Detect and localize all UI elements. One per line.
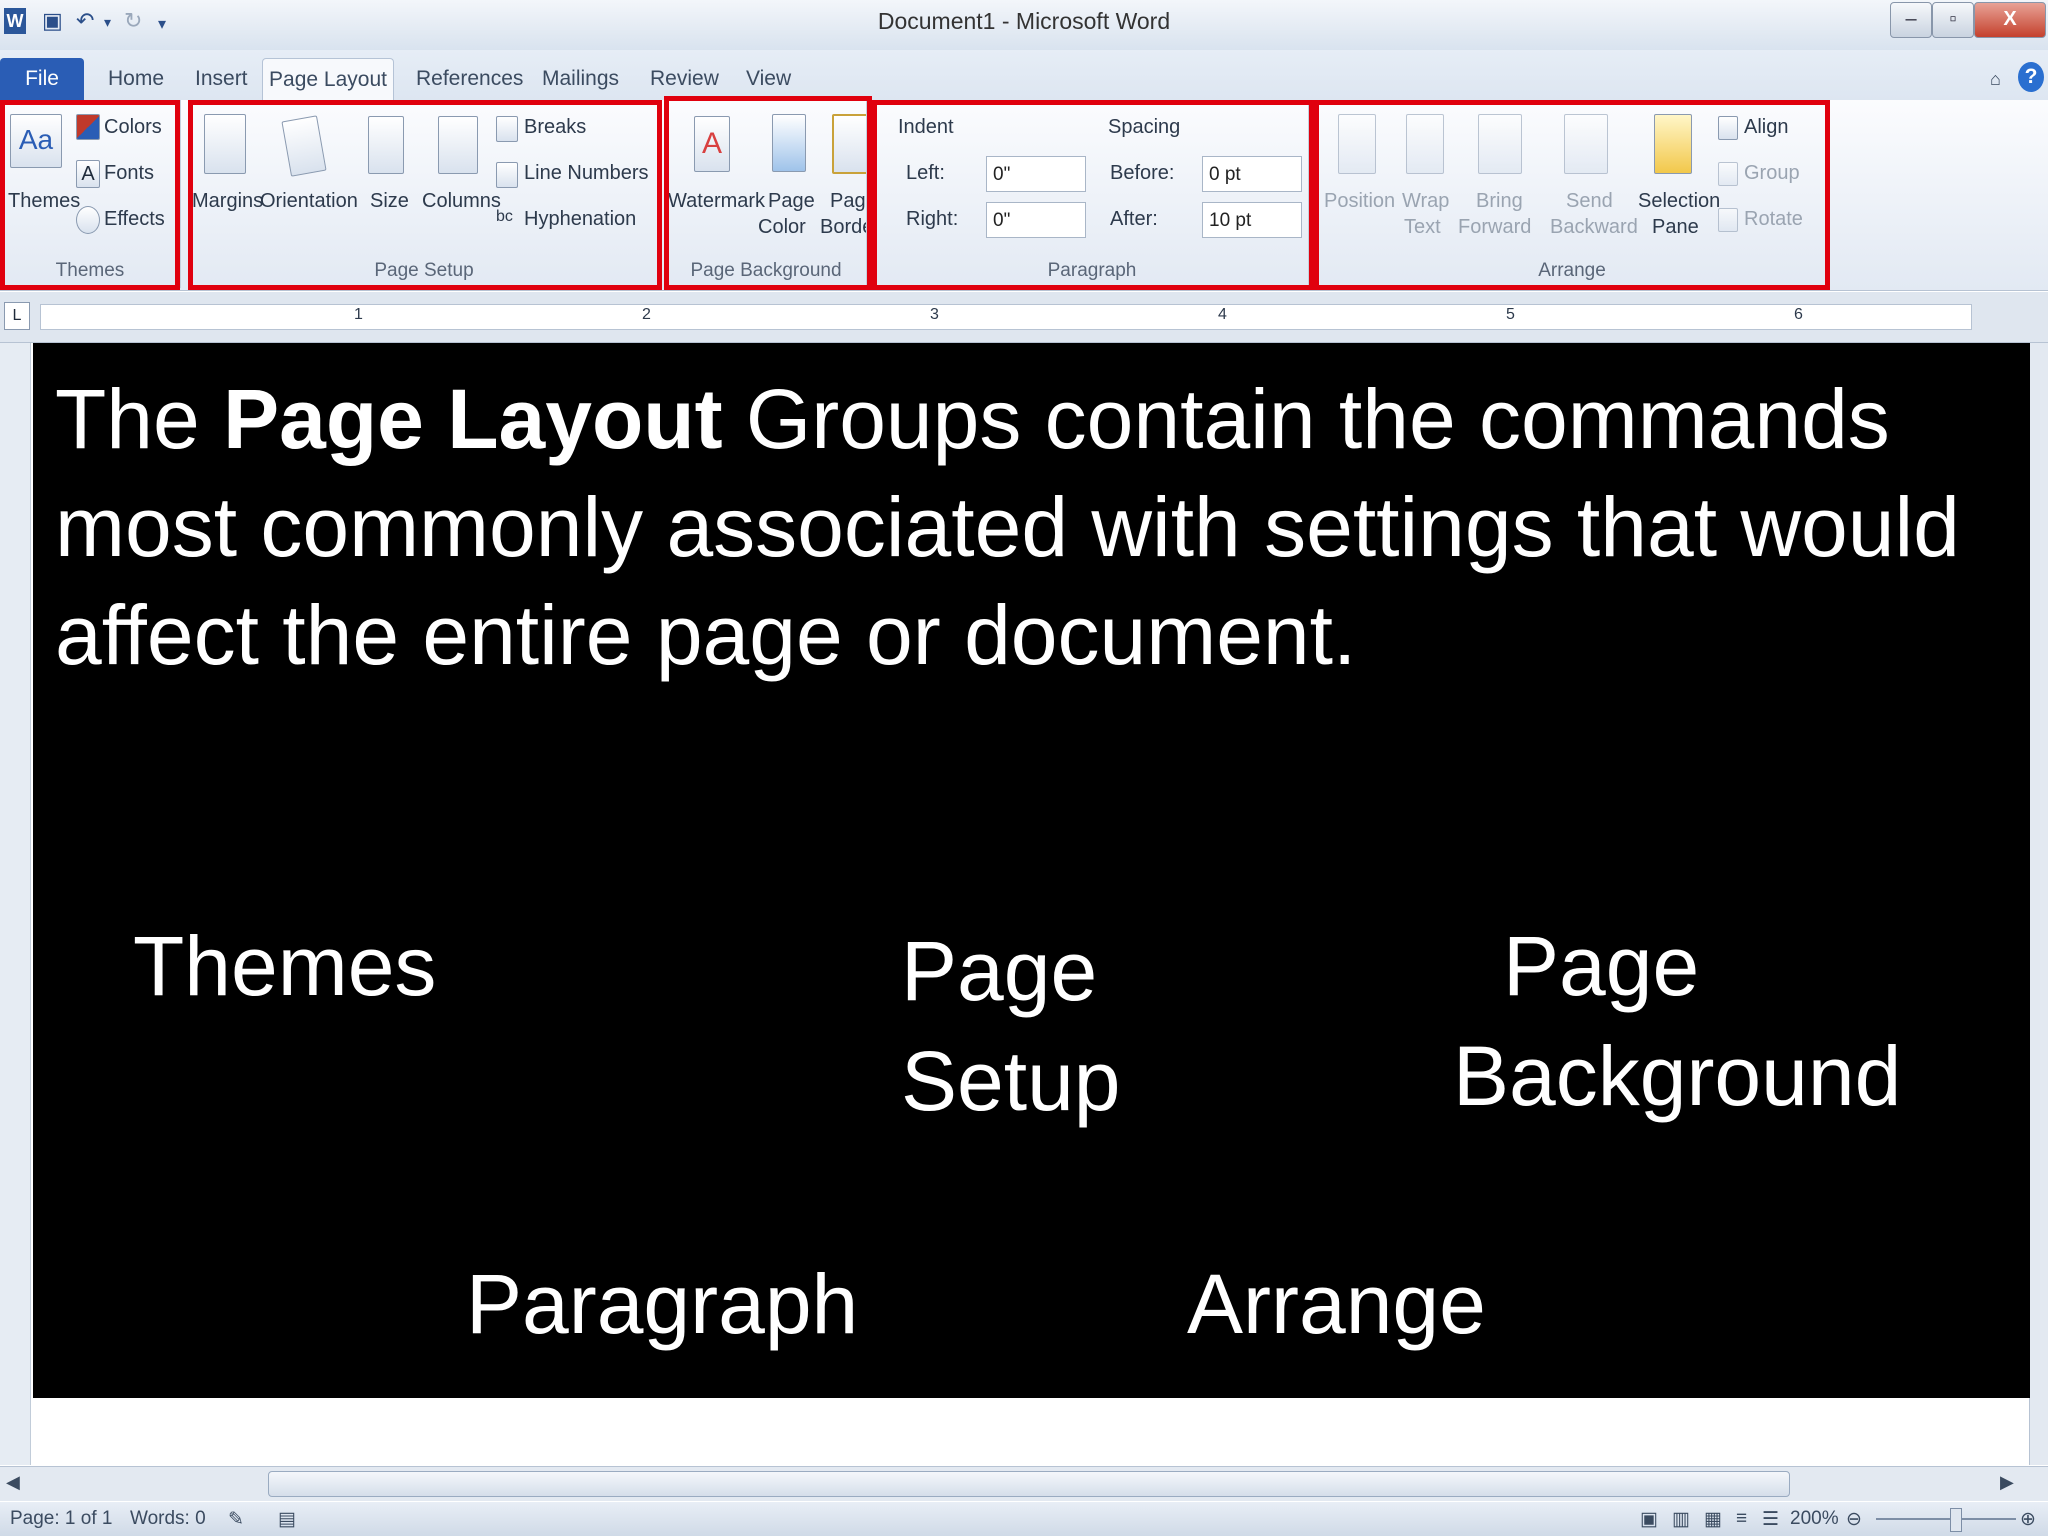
macro-recording-icon[interactable]: ▤	[278, 1508, 296, 1531]
print-layout-view-icon[interactable]: ▣	[1640, 1508, 1658, 1531]
page-background-highlight-box	[664, 96, 872, 290]
scroll-left-icon[interactable]: ◀	[6, 1472, 20, 1493]
outline-view-icon[interactable]: ≡	[1736, 1508, 1747, 1530]
minimize-button[interactable]: –	[1890, 2, 1932, 38]
restore-button[interactable]: ▫	[1932, 2, 1974, 38]
tab-references[interactable]: References	[416, 58, 523, 100]
ruler-number: 1	[354, 306, 363, 323]
label-page-setup-line1: Page	[901, 924, 1098, 1018]
label-paragraph: Paragraph	[466, 1257, 859, 1351]
scroll-right-icon[interactable]: ▶	[2000, 1472, 2014, 1493]
ribbon-tabs: File Home Insert Page Layout References …	[0, 50, 2048, 101]
themes-highlight-box	[0, 100, 180, 290]
draft-view-icon[interactable]: ☰	[1762, 1508, 1779, 1531]
horizontal-ruler[interactable]: L 1 2 3 4 5 6	[0, 292, 2048, 343]
zoom-out-icon[interactable]: ⊖	[1846, 1508, 1862, 1531]
vertical-ruler	[0, 343, 31, 1465]
web-layout-icon[interactable]: ▦	[1704, 1508, 1722, 1531]
overlay-slide: The Page Layout Groups contain the comma…	[33, 343, 2030, 1398]
arrange-highlight-box	[1314, 100, 1830, 290]
ruler-number: 6	[1794, 306, 1803, 323]
zoom-slider[interactable]	[1876, 1518, 2016, 1520]
intro-paragraph: The Page Layout Groups contain the comma…	[55, 365, 1975, 689]
vertical-scrollbar[interactable]	[2029, 343, 2048, 1465]
horizontal-scroll-thumb[interactable]	[268, 1471, 1790, 1497]
tab-home[interactable]: Home	[108, 58, 164, 100]
proofing-icon[interactable]: ✎	[228, 1508, 244, 1531]
zoom-level[interactable]: 200%	[1790, 1508, 1839, 1530]
zoom-in-icon[interactable]: ⊕	[2020, 1508, 2036, 1531]
close-button[interactable]: X	[1974, 2, 2046, 38]
ribbon: Aa Themes Colors A Fonts Effects Themes …	[0, 96, 2048, 291]
tab-insert[interactable]: Insert	[195, 58, 248, 100]
ruler-track	[40, 304, 1972, 330]
tab-mailings[interactable]: Mailings	[542, 58, 619, 100]
ruler-number: 2	[642, 306, 651, 323]
label-themes: Themes	[133, 919, 437, 1013]
tab-view[interactable]: View	[746, 58, 791, 100]
window-title: Document1 - Microsoft Word	[877, 8, 1171, 34]
ruler-number: 4	[1218, 306, 1227, 323]
full-screen-reading-icon[interactable]: ▥	[1672, 1508, 1690, 1531]
tab-selector-icon[interactable]: L	[4, 302, 30, 330]
tab-review[interactable]: Review	[650, 58, 719, 100]
status-bar: Page: 1 of 1 Words: 0 ✎ ▤ ▣ ▥ ▦ ≡ ☰ 200%…	[0, 1502, 2048, 1536]
intro-bold: Page Layout	[223, 372, 723, 466]
ruler-number: 3	[930, 306, 939, 323]
help-icon[interactable]: ?	[2018, 62, 2044, 92]
page-setup-highlight-box	[188, 100, 662, 290]
word-count-status[interactable]: Words: 0	[130, 1508, 206, 1530]
tab-page-layout[interactable]: Page Layout	[262, 58, 394, 101]
label-arrange: Arrange	[1187, 1257, 1486, 1351]
label-page-setup-line2: Setup	[901, 1034, 1121, 1128]
tab-file[interactable]: File	[0, 58, 84, 100]
label-page-background-line2: Background	[1453, 1029, 1902, 1123]
zoom-slider-thumb[interactable]	[1950, 1508, 1962, 1532]
page-count-status[interactable]: Page: 1 of 1	[10, 1508, 112, 1530]
label-page-background-line1: Page	[1503, 919, 1700, 1013]
intro-pre: The	[55, 372, 224, 466]
paragraph-highlight-box	[872, 100, 1314, 290]
title-bar: W ▣ ↶ ▾ ↻ ▾ Document1 - Microsoft Word –…	[0, 0, 2048, 50]
ruler-number: 5	[1506, 306, 1515, 323]
minimize-ribbon-icon[interactable]: ⌂	[1990, 58, 2001, 100]
